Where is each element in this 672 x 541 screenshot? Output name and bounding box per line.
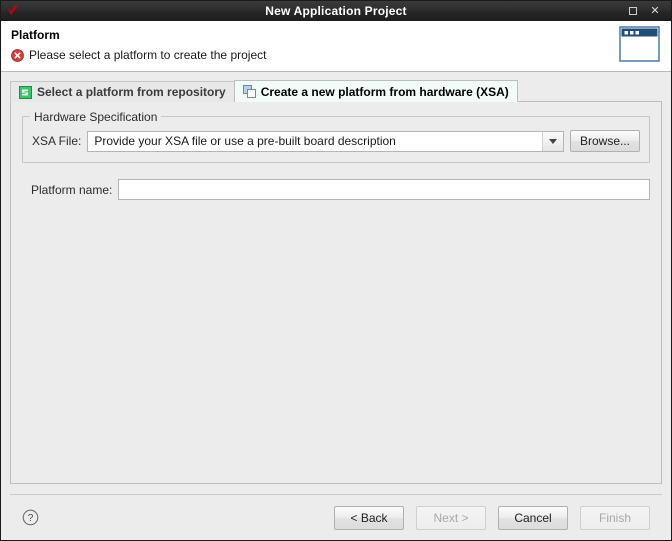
- xsa-file-value: Provide your XSA file or use a pre-built…: [94, 134, 396, 148]
- cancel-button[interactable]: Cancel: [498, 505, 568, 530]
- error-circle-icon: [11, 48, 24, 62]
- caret-shape: [548, 138, 557, 144]
- header-message: Please select a platform to create the p…: [29, 48, 267, 62]
- browse-button[interactable]: Browse...: [569, 130, 640, 152]
- dialog-body: Select a platform from repository Create…: [1, 72, 671, 540]
- window-titlebar: New Application Project ✕: [1, 1, 671, 21]
- platform-name-input[interactable]: [118, 179, 650, 200]
- chevron-down-icon[interactable]: [541, 131, 563, 151]
- new-application-project-dialog: New Application Project ✕ Platform Pleas…: [0, 0, 672, 541]
- green-platform-icon: [19, 85, 32, 99]
- xilinx-vitis-logo-icon: [5, 3, 21, 19]
- svg-text:?: ?: [28, 513, 34, 524]
- tab-create-new-platform-from-hardware[interactable]: Create a new platform from hardware (XSA…: [233, 80, 518, 102]
- footer-buttons: < Back Next > Cancel Finish: [334, 505, 650, 530]
- tab-label: Create a new platform from hardware (XSA…: [260, 84, 509, 99]
- xsa-file-combobox[interactable]: Provide your XSA file or use a pre-built…: [87, 130, 564, 152]
- close-button[interactable]: ✕: [649, 5, 661, 17]
- tab-select-platform-from-repository[interactable]: Select a platform from repository: [10, 81, 235, 102]
- maximize-button[interactable]: [627, 5, 639, 17]
- tab-label: Select a platform from repository: [37, 85, 226, 99]
- window-title: New Application Project: [265, 4, 407, 18]
- page-title: Platform: [11, 28, 60, 42]
- hardware-specification-group: Hardware Specification XSA File: Provide…: [22, 110, 650, 163]
- xsa-file-row: XSA File: Provide your XSA file or use a…: [32, 130, 640, 152]
- help-question-icon[interactable]: ?: [22, 509, 39, 526]
- header-message-row: Please select a platform to create the p…: [11, 48, 671, 62]
- dialog-footer: ? < Back Next > Cancel Finish: [10, 494, 662, 540]
- back-button[interactable]: < Back: [334, 505, 404, 530]
- platform-source-tabs: Select a platform from repository Create…: [10, 80, 662, 102]
- xsa-file-label: XSA File:: [32, 134, 82, 148]
- group-title: Hardware Specification: [30, 110, 162, 124]
- platform-name-label: Platform name:: [31, 182, 113, 197]
- dialog-header: Platform Please select a platform to cre…: [1, 21, 671, 72]
- dialog-window-banner-icon: [616, 25, 663, 67]
- next-button: Next >: [416, 505, 486, 530]
- platform-name-row: Platform name:: [22, 179, 650, 200]
- window-controls: ✕: [627, 5, 667, 17]
- maximize-icon: [629, 7, 637, 15]
- tab-content-panel: Hardware Specification XSA File: Provide…: [10, 101, 662, 484]
- blue-windows-icon: [242, 85, 256, 98]
- finish-button: Finish: [580, 505, 650, 530]
